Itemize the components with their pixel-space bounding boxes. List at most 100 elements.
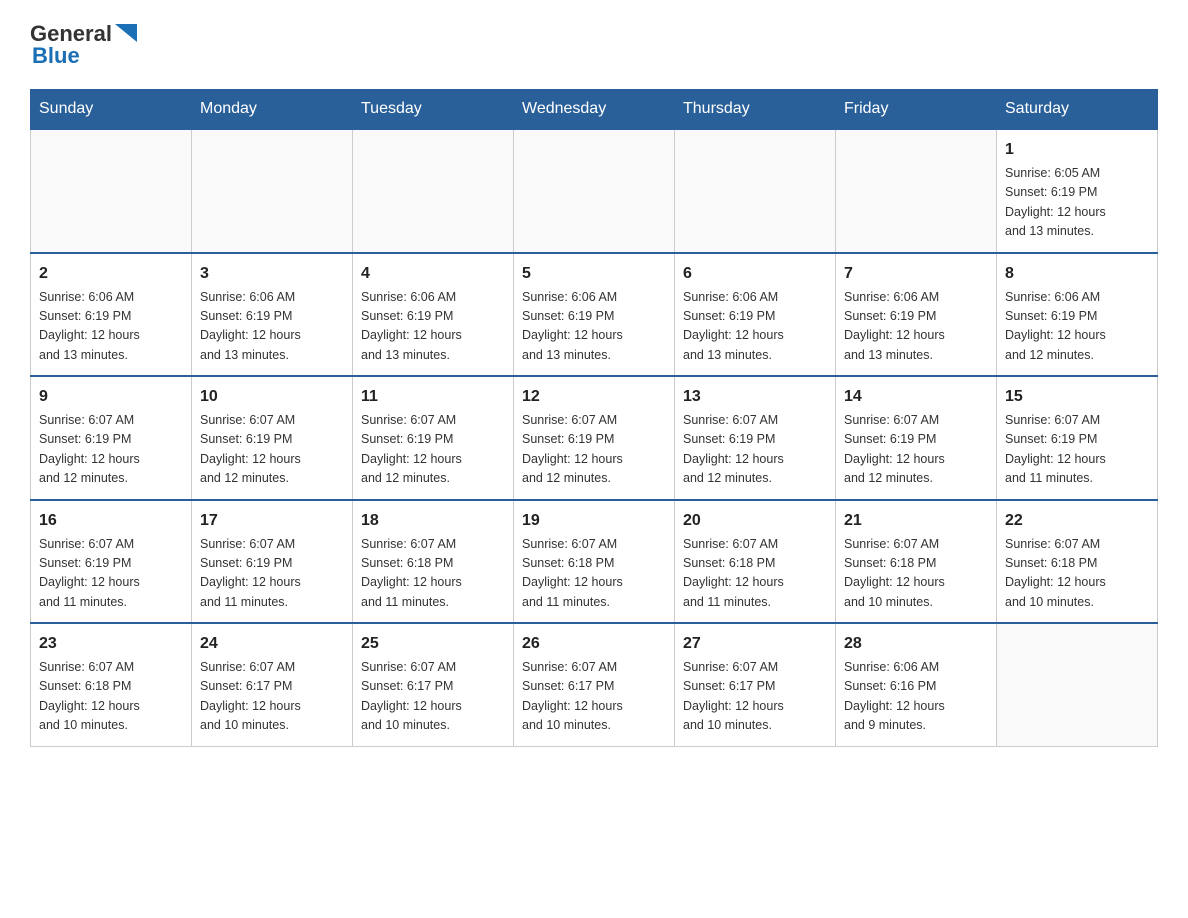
day-info: Sunrise: 6:06 AM Sunset: 6:19 PM Dayligh… <box>200 288 344 366</box>
logo-text-blue: Blue <box>32 43 80 69</box>
day-number: 7 <box>844 262 988 286</box>
day-info: Sunrise: 6:07 AM Sunset: 6:19 PM Dayligh… <box>844 411 988 489</box>
day-info: Sunrise: 6:07 AM Sunset: 6:19 PM Dayligh… <box>39 535 183 613</box>
day-number: 20 <box>683 509 827 533</box>
weekday-header-row: SundayMondayTuesdayWednesdayThursdayFrid… <box>31 90 1158 130</box>
day-info: Sunrise: 6:07 AM Sunset: 6:19 PM Dayligh… <box>361 411 505 489</box>
calendar-cell: 9Sunrise: 6:07 AM Sunset: 6:19 PM Daylig… <box>31 376 192 500</box>
day-number: 14 <box>844 385 988 409</box>
calendar-cell: 24Sunrise: 6:07 AM Sunset: 6:17 PM Dayli… <box>192 623 353 746</box>
day-info: Sunrise: 6:05 AM Sunset: 6:19 PM Dayligh… <box>1005 164 1149 242</box>
day-info: Sunrise: 6:06 AM Sunset: 6:19 PM Dayligh… <box>683 288 827 366</box>
calendar-cell: 28Sunrise: 6:06 AM Sunset: 6:16 PM Dayli… <box>836 623 997 746</box>
day-info: Sunrise: 6:07 AM Sunset: 6:19 PM Dayligh… <box>1005 411 1149 489</box>
day-info: Sunrise: 6:07 AM Sunset: 6:18 PM Dayligh… <box>361 535 505 613</box>
calendar-cell <box>353 129 514 253</box>
calendar-cell: 4Sunrise: 6:06 AM Sunset: 6:19 PM Daylig… <box>353 253 514 377</box>
day-info: Sunrise: 6:07 AM Sunset: 6:17 PM Dayligh… <box>361 658 505 736</box>
day-number: 21 <box>844 509 988 533</box>
day-info: Sunrise: 6:07 AM Sunset: 6:18 PM Dayligh… <box>1005 535 1149 613</box>
day-number: 12 <box>522 385 666 409</box>
calendar-cell: 14Sunrise: 6:07 AM Sunset: 6:19 PM Dayli… <box>836 376 997 500</box>
calendar-week-3: 9Sunrise: 6:07 AM Sunset: 6:19 PM Daylig… <box>31 376 1158 500</box>
calendar-cell: 8Sunrise: 6:06 AM Sunset: 6:19 PM Daylig… <box>997 253 1158 377</box>
calendar-cell: 6Sunrise: 6:06 AM Sunset: 6:19 PM Daylig… <box>675 253 836 377</box>
day-info: Sunrise: 6:06 AM Sunset: 6:16 PM Dayligh… <box>844 658 988 736</box>
day-info: Sunrise: 6:06 AM Sunset: 6:19 PM Dayligh… <box>522 288 666 366</box>
day-number: 4 <box>361 262 505 286</box>
day-info: Sunrise: 6:07 AM Sunset: 6:18 PM Dayligh… <box>522 535 666 613</box>
calendar-cell: 18Sunrise: 6:07 AM Sunset: 6:18 PM Dayli… <box>353 500 514 624</box>
day-info: Sunrise: 6:07 AM Sunset: 6:18 PM Dayligh… <box>844 535 988 613</box>
calendar-cell <box>192 129 353 253</box>
day-number: 22 <box>1005 509 1149 533</box>
page-header: General Blue <box>30 20 1158 69</box>
calendar-cell: 5Sunrise: 6:06 AM Sunset: 6:19 PM Daylig… <box>514 253 675 377</box>
day-number: 27 <box>683 632 827 656</box>
calendar-cell: 7Sunrise: 6:06 AM Sunset: 6:19 PM Daylig… <box>836 253 997 377</box>
day-info: Sunrise: 6:06 AM Sunset: 6:19 PM Dayligh… <box>844 288 988 366</box>
calendar-cell: 20Sunrise: 6:07 AM Sunset: 6:18 PM Dayli… <box>675 500 836 624</box>
calendar-cell: 21Sunrise: 6:07 AM Sunset: 6:18 PM Dayli… <box>836 500 997 624</box>
day-number: 23 <box>39 632 183 656</box>
calendar-cell: 13Sunrise: 6:07 AM Sunset: 6:19 PM Dayli… <box>675 376 836 500</box>
weekday-header-thursday: Thursday <box>675 90 836 130</box>
weekday-header-friday: Friday <box>836 90 997 130</box>
day-number: 19 <box>522 509 666 533</box>
calendar-cell: 23Sunrise: 6:07 AM Sunset: 6:18 PM Dayli… <box>31 623 192 746</box>
logo-arrow-icon <box>115 24 137 42</box>
weekday-header-sunday: Sunday <box>31 90 192 130</box>
calendar-cell <box>836 129 997 253</box>
day-number: 17 <box>200 509 344 533</box>
day-number: 13 <box>683 385 827 409</box>
calendar-cell: 22Sunrise: 6:07 AM Sunset: 6:18 PM Dayli… <box>997 500 1158 624</box>
weekday-header-saturday: Saturday <box>997 90 1158 130</box>
day-number: 9 <box>39 385 183 409</box>
day-info: Sunrise: 6:06 AM Sunset: 6:19 PM Dayligh… <box>361 288 505 366</box>
calendar-cell <box>514 129 675 253</box>
calendar-cell: 10Sunrise: 6:07 AM Sunset: 6:19 PM Dayli… <box>192 376 353 500</box>
day-number: 1 <box>1005 138 1149 162</box>
calendar-week-5: 23Sunrise: 6:07 AM Sunset: 6:18 PM Dayli… <box>31 623 1158 746</box>
day-info: Sunrise: 6:06 AM Sunset: 6:19 PM Dayligh… <box>1005 288 1149 366</box>
day-number: 18 <box>361 509 505 533</box>
calendar-cell <box>31 129 192 253</box>
day-number: 2 <box>39 262 183 286</box>
logo: General Blue <box>30 20 137 69</box>
calendar-cell: 12Sunrise: 6:07 AM Sunset: 6:19 PM Dayli… <box>514 376 675 500</box>
day-info: Sunrise: 6:07 AM Sunset: 6:18 PM Dayligh… <box>683 535 827 613</box>
calendar-week-1: 1Sunrise: 6:05 AM Sunset: 6:19 PM Daylig… <box>31 129 1158 253</box>
day-info: Sunrise: 6:07 AM Sunset: 6:18 PM Dayligh… <box>39 658 183 736</box>
calendar-cell: 25Sunrise: 6:07 AM Sunset: 6:17 PM Dayli… <box>353 623 514 746</box>
day-number: 16 <box>39 509 183 533</box>
day-info: Sunrise: 6:07 AM Sunset: 6:19 PM Dayligh… <box>683 411 827 489</box>
day-info: Sunrise: 6:07 AM Sunset: 6:19 PM Dayligh… <box>522 411 666 489</box>
day-info: Sunrise: 6:06 AM Sunset: 6:19 PM Dayligh… <box>39 288 183 366</box>
day-number: 25 <box>361 632 505 656</box>
calendar-cell: 16Sunrise: 6:07 AM Sunset: 6:19 PM Dayli… <box>31 500 192 624</box>
day-number: 3 <box>200 262 344 286</box>
calendar-table: SundayMondayTuesdayWednesdayThursdayFrid… <box>30 89 1158 747</box>
calendar-cell: 1Sunrise: 6:05 AM Sunset: 6:19 PM Daylig… <box>997 129 1158 253</box>
calendar-cell: 17Sunrise: 6:07 AM Sunset: 6:19 PM Dayli… <box>192 500 353 624</box>
calendar-cell: 11Sunrise: 6:07 AM Sunset: 6:19 PM Dayli… <box>353 376 514 500</box>
day-info: Sunrise: 6:07 AM Sunset: 6:17 PM Dayligh… <box>200 658 344 736</box>
weekday-header-wednesday: Wednesday <box>514 90 675 130</box>
calendar-cell: 3Sunrise: 6:06 AM Sunset: 6:19 PM Daylig… <box>192 253 353 377</box>
calendar-week-4: 16Sunrise: 6:07 AM Sunset: 6:19 PM Dayli… <box>31 500 1158 624</box>
day-info: Sunrise: 6:07 AM Sunset: 6:19 PM Dayligh… <box>200 411 344 489</box>
weekday-header-tuesday: Tuesday <box>353 90 514 130</box>
day-info: Sunrise: 6:07 AM Sunset: 6:19 PM Dayligh… <box>39 411 183 489</box>
day-number: 10 <box>200 385 344 409</box>
calendar-cell: 27Sunrise: 6:07 AM Sunset: 6:17 PM Dayli… <box>675 623 836 746</box>
calendar-cell <box>997 623 1158 746</box>
day-info: Sunrise: 6:07 AM Sunset: 6:17 PM Dayligh… <box>522 658 666 736</box>
day-number: 28 <box>844 632 988 656</box>
weekday-header-monday: Monday <box>192 90 353 130</box>
day-number: 5 <box>522 262 666 286</box>
day-number: 8 <box>1005 262 1149 286</box>
day-number: 26 <box>522 632 666 656</box>
calendar-cell <box>675 129 836 253</box>
day-number: 11 <box>361 385 505 409</box>
day-number: 6 <box>683 262 827 286</box>
